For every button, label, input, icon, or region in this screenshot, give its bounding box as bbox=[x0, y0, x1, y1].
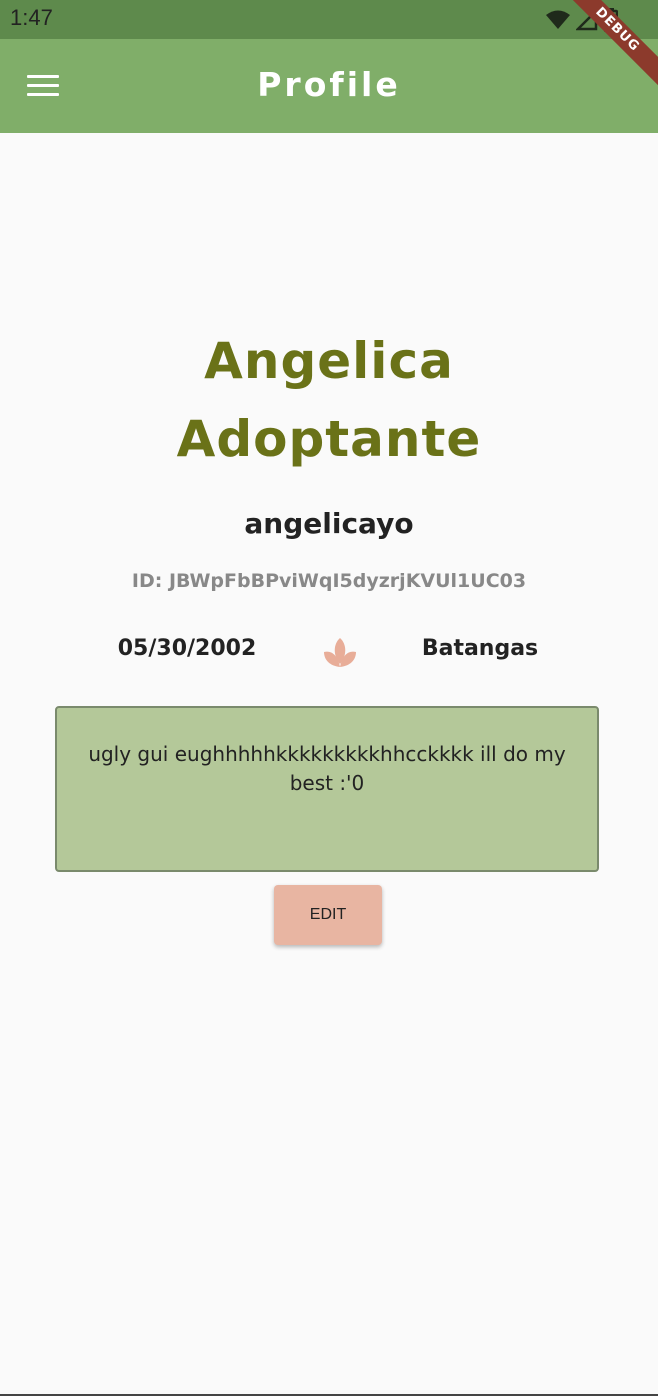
profile-username: angelicayo bbox=[244, 507, 414, 540]
bio-box: ugly gui eughhhhhkkkkkkkkkhhcckkkk ill d… bbox=[55, 706, 599, 872]
full-name-last: Adoptante bbox=[176, 410, 482, 468]
profile-info-row: 05/30/2002 Batangas bbox=[0, 632, 658, 672]
bio-text: ugly gui eughhhhhkkkkkkkkkhhcckkkk ill d… bbox=[88, 742, 566, 795]
page-title: Profile bbox=[257, 65, 401, 104]
app-bar: Profile bbox=[0, 39, 658, 133]
status-time: 1:47 bbox=[10, 5, 53, 30]
edit-button[interactable]: EDIT bbox=[274, 885, 382, 945]
wifi-icon bbox=[546, 10, 570, 34]
status-bar: 1:47 bbox=[0, 0, 658, 39]
profile-user-id: ID: JBWpFbBPviWqI5dyzrjKVUl1UC03 bbox=[131, 570, 527, 592]
profile-birthdate: 05/30/2002 bbox=[117, 636, 257, 661]
profile-full-name: Angelica Adoptante bbox=[0, 322, 658, 478]
lotus-icon bbox=[320, 632, 360, 672]
full-name-first: Angelica bbox=[204, 332, 454, 390]
profile-location: Batangas bbox=[421, 636, 539, 661]
